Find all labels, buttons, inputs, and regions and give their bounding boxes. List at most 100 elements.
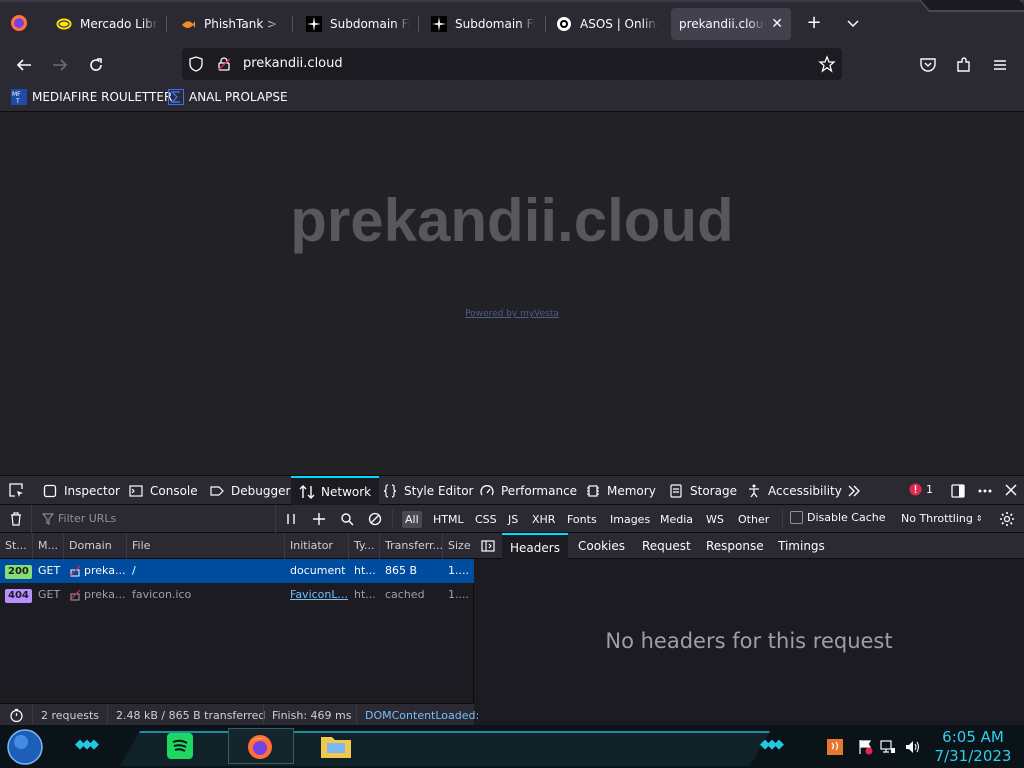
tab-debugger[interactable]: Debugger <box>209 476 290 505</box>
column-file[interactable]: File <box>127 533 285 559</box>
file-explorer-icon[interactable] <box>319 731 353 761</box>
tab-network[interactable]: Network <box>291 476 380 505</box>
tab-label: Performance <box>501 483 578 498</box>
trash-icon[interactable] <box>9 512 23 526</box>
spotify-icon[interactable] <box>165 731 195 761</box>
column-status[interactable]: St... <box>0 533 33 559</box>
filter-media[interactable]: Media <box>657 511 696 528</box>
pick-element-icon[interactable] <box>8 482 24 498</box>
initiator-link[interactable]: FaviconL... <box>285 583 349 607</box>
shield-icon[interactable] <box>188 56 204 72</box>
extensions-icon[interactable] <box>952 53 976 77</box>
gear-icon[interactable] <box>999 511 1015 527</box>
filter-images[interactable]: Images <box>607 511 653 528</box>
tab-prekandii-cloud[interactable]: prekandii.cloud ✕ <box>671 8 791 40</box>
url-bar[interactable]: prekandii.cloud <box>182 48 842 80</box>
column-transferred[interactable]: Transferr... <box>380 533 443 559</box>
tab-performance[interactable]: Performance <box>479 476 577 505</box>
tab-response[interactable]: Response <box>706 533 764 559</box>
window-decoration <box>918 0 1024 12</box>
tab-cookies[interactable]: Cookies <box>578 533 625 559</box>
url-text[interactable]: prekandii.cloud <box>243 56 343 71</box>
column-method[interactable]: M... <box>33 533 64 559</box>
volume-icon[interactable] <box>904 739 920 755</box>
tab-accessibility[interactable]: Accessibility <box>746 476 842 505</box>
stopwatch-icon[interactable] <box>9 708 24 723</box>
dock-icon[interactable] <box>950 483 966 499</box>
tab-mercado-libre[interactable]: Mercado Libre <box>48 8 166 40</box>
network-tray-icon[interactable] <box>880 739 896 755</box>
filter-placeholder: Filter URLs <box>58 512 117 525</box>
mediafire-icon: MF T <box>11 89 27 105</box>
more-options-icon[interactable] <box>977 483 993 499</box>
start-orb-icon[interactable] <box>7 729 43 765</box>
tab-subdomain-finder-1[interactable]: Subdomain Find <box>298 8 418 40</box>
star-icon[interactable] <box>818 55 836 73</box>
tab-inspector[interactable]: Inspector <box>42 476 120 505</box>
filter-urls-input[interactable]: Filter URLs <box>31 505 276 533</box>
empty-message: No headers for this request <box>605 629 893 653</box>
forward-arrow-icon[interactable] <box>48 53 72 77</box>
tab-storage[interactable]: Storage <box>668 476 737 505</box>
filter-all[interactable]: All <box>402 511 422 528</box>
tab-style-editor[interactable]: Style Editor <box>382 476 473 505</box>
request-table: St... M... Domain File Initiator Ty... T… <box>0 533 474 703</box>
throttling-select[interactable]: No Throttling ⇕ <box>901 512 983 525</box>
hamburger-menu-icon[interactable] <box>988 53 1012 77</box>
firefox-icon[interactable] <box>10 14 28 32</box>
disable-cache-checkbox[interactable]: Disable Cache <box>790 511 886 524</box>
bookmark-anal-prolapse[interactable]: ANAL PROLAPSE <box>168 89 288 105</box>
asos-icon <box>556 16 572 32</box>
flag-tray-icon[interactable] <box>857 739 873 755</box>
filter-xhr[interactable]: XHR <box>529 511 558 528</box>
tab-asos[interactable]: ASOS | Online <box>548 8 666 40</box>
clock-time[interactable]: 6:05 AM <box>928 728 1018 746</box>
search-icon[interactable] <box>340 512 354 526</box>
close-icon[interactable] <box>1004 483 1018 497</box>
column-type[interactable]: Ty... <box>349 533 380 559</box>
tab-memory[interactable]: Memory <box>585 476 656 505</box>
column-size[interactable]: Size <box>443 533 474 559</box>
chevron-double-right-icon[interactable] <box>846 483 862 499</box>
filter-fonts[interactable]: Fonts <box>564 511 600 528</box>
clock-date[interactable]: 7/31/2023 <box>928 747 1018 765</box>
chevron-down-icon[interactable] <box>845 16 861 32</box>
column-domain[interactable]: Domain <box>64 533 127 559</box>
pause-icon[interactable] <box>284 512 298 526</box>
powered-by-link[interactable]: Powered by myVesta <box>0 309 1024 319</box>
filter-js[interactable]: JS <box>505 511 521 528</box>
filter-html[interactable]: HTML <box>430 511 467 528</box>
panel-toggle-icon[interactable] <box>481 539 495 553</box>
close-icon[interactable]: ✕ <box>771 16 783 32</box>
tab-title: Subdomain Find <box>330 17 410 31</box>
filter-css[interactable]: CSS <box>472 511 500 528</box>
gauge-icon <box>479 483 495 499</box>
plus-icon[interactable] <box>312 512 326 526</box>
tab-timings[interactable]: Timings <box>778 533 825 559</box>
table-row[interactable]: 404 GET preka... favicon.ico FaviconL...… <box>0 583 474 607</box>
sigma-icon <box>168 89 184 105</box>
taskbar-active-app[interactable] <box>228 728 294 764</box>
error-count[interactable]: 1 <box>909 483 933 496</box>
tab-request[interactable]: Request <box>642 533 691 559</box>
tab-phishtank[interactable]: PhishTank > n0 <box>172 8 290 40</box>
pocket-icon[interactable] <box>916 53 940 77</box>
reload-icon[interactable] <box>84 53 108 77</box>
table-row[interactable]: 200 GET preka... / document ht... 865 B … <box>0 559 474 583</box>
column-initiator[interactable]: Initiator <box>285 533 349 559</box>
filter-other[interactable]: Other <box>735 511 772 528</box>
tab-console[interactable]: Console <box>128 476 198 505</box>
checkbox[interactable] <box>790 511 803 524</box>
lock-icon[interactable] <box>216 56 232 72</box>
java-tray-icon[interactable] <box>827 739 843 755</box>
tab-label: Debugger <box>231 483 291 498</box>
firefox-icon <box>246 733 274 761</box>
back-arrow-icon[interactable] <box>12 53 36 77</box>
tab-headers[interactable]: Headers <box>502 533 568 559</box>
filter-ws[interactable]: WS <box>703 511 727 528</box>
block-icon[interactable] <box>368 512 382 526</box>
tab-subdomain-finder-2[interactable]: Subdomain Find <box>423 8 543 40</box>
network-filter-bar: Filter URLs All HTML CSS JS XHR Fonts Im… <box>0 505 1024 533</box>
new-tab-button[interactable]: + <box>804 14 824 34</box>
bookmark-mediafire[interactable]: MF T MEDIAFIRE ROULETTER <box>11 89 172 105</box>
